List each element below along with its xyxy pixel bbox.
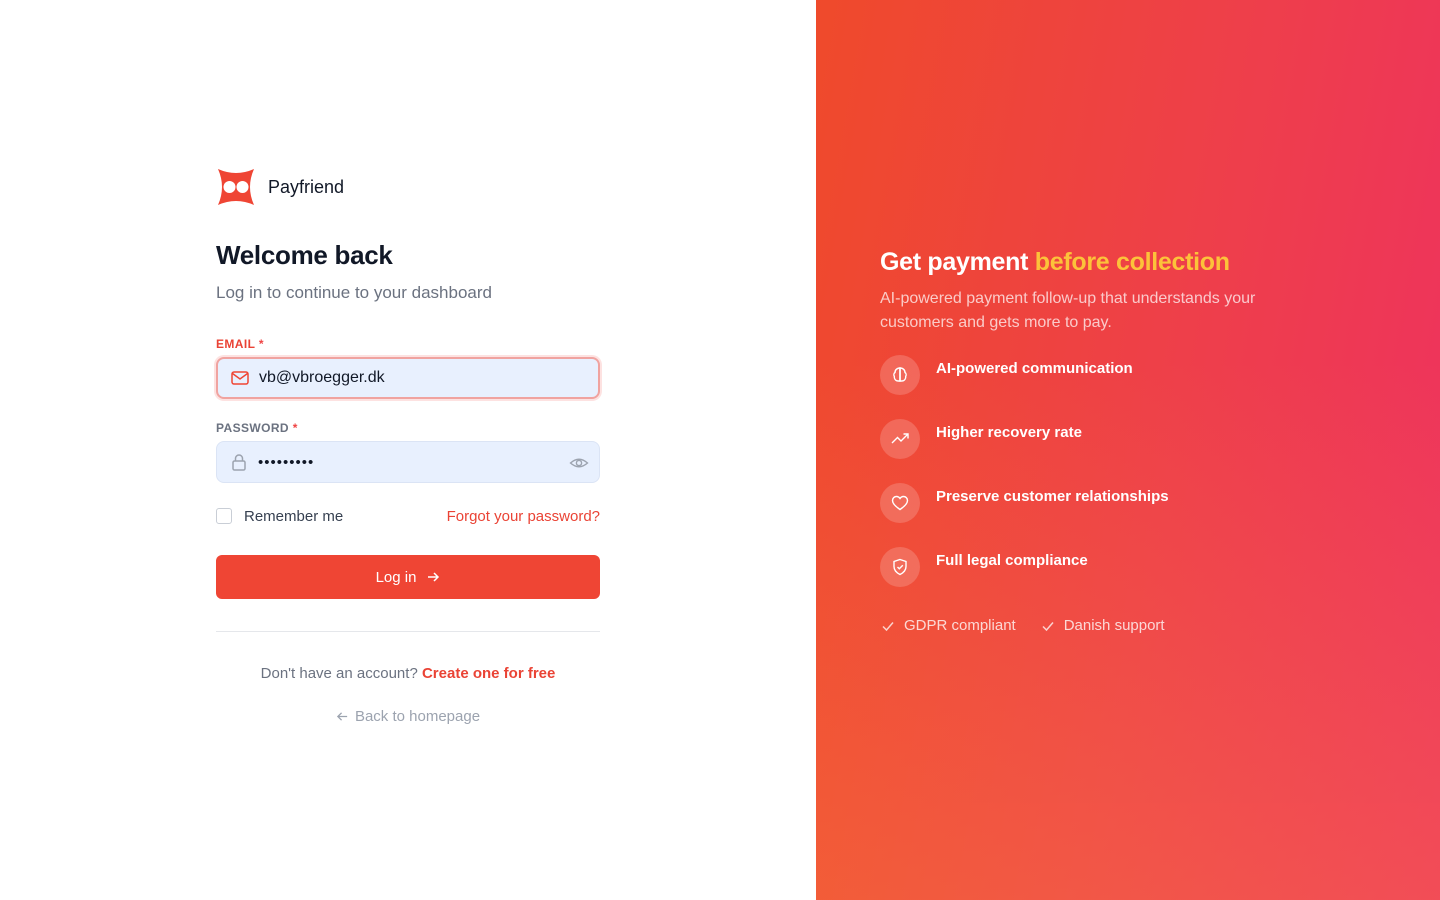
- promo-description: AI-powered payment follow-up that unders…: [880, 290, 1256, 331]
- back-to-homepage-link[interactable]: Back to homepage: [216, 708, 600, 725]
- feature-item: Full legal compliance: [880, 547, 1360, 611]
- feature-item: Preserve customer relationships: [880, 483, 1360, 547]
- page-title: Welcome back: [216, 240, 393, 270]
- password-label: PASSWORD *: [216, 421, 600, 435]
- check-icon: [882, 621, 894, 631]
- trending-up-icon: [880, 419, 920, 459]
- remember-me[interactable]: Remember me: [216, 508, 343, 525]
- brand: Payfriend: [216, 166, 600, 208]
- email-label-text: EMAIL: [216, 337, 256, 351]
- login-button[interactable]: Log in: [216, 555, 600, 599]
- trust-badge-label: Danish support: [1063, 617, 1165, 634]
- trust-badge: Danish support: [1040, 617, 1165, 634]
- promo-headline: Get payment before collection: [880, 248, 1360, 277]
- arrow-left-icon: [336, 712, 348, 721]
- password-field[interactable]: •••••••••: [216, 441, 600, 483]
- login-panel: Payfriend Welcome back Log in to continu…: [0, 0, 816, 900]
- back-to-homepage-label[interactable]: Back to homepage: [355, 708, 480, 725]
- signup-prompt: Don't have an account? Create one for fr…: [216, 665, 600, 682]
- brand-name: Payfriend: [268, 176, 345, 197]
- email-field[interactable]: vb@vbroegger.dk: [216, 357, 600, 399]
- login-options: Remember me Forgot your password?: [216, 505, 600, 527]
- email-value[interactable]: vb@vbroegger.dk: [259, 369, 385, 387]
- brain-icon: [880, 355, 920, 395]
- password-required-mark: *: [292, 421, 298, 435]
- remember-me-checkbox[interactable]: [216, 508, 232, 524]
- feature-item: Higher recovery rate: [880, 419, 1360, 483]
- divider: [216, 631, 600, 632]
- forgot-password-link[interactable]: Forgot your password?: [447, 508, 600, 525]
- promo-content: Get payment before collection AI-powered…: [880, 248, 1360, 634]
- password-label-text: PASSWORD: [216, 421, 289, 435]
- lock-icon: [229, 452, 249, 472]
- feature-item: AI-powered communication: [880, 355, 1360, 419]
- payfriend-logo-icon: [218, 169, 254, 205]
- show-password-eye-icon[interactable]: [569, 453, 589, 473]
- feature-label: AI-powered communication: [936, 360, 1133, 377]
- email-label: EMAIL *: [216, 337, 600, 351]
- trust-badge-label: GDPR compliant: [904, 617, 1016, 634]
- shield-check-icon: [880, 547, 920, 587]
- page-subtitle: Log in to continue to your dashboard: [216, 283, 492, 302]
- remember-me-label[interactable]: Remember me: [244, 508, 343, 525]
- promo-headline-highlight: before collection: [1034, 248, 1230, 276]
- promo-panel: Get payment before collection AI-powered…: [816, 0, 1440, 900]
- check-icon: [1042, 621, 1054, 631]
- signup-prompt-text: Don't have an account?: [260, 665, 418, 682]
- login-button-label[interactable]: Log in: [376, 569, 417, 586]
- feature-label: Preserve customer relationships: [936, 488, 1169, 505]
- promo-headline-main: Get payment: [880, 248, 1029, 276]
- email-required-mark: *: [258, 337, 264, 351]
- feature-label: Higher recovery rate: [936, 424, 1082, 441]
- create-account-link[interactable]: Create one for free: [422, 665, 555, 682]
- mail-icon: [230, 368, 250, 388]
- heart-icon: [880, 483, 920, 523]
- trust-badges: GDPR compliant Danish support: [880, 617, 1360, 634]
- feature-list: AI-powered communication Higher recovery…: [880, 355, 1360, 611]
- feature-label: Full legal compliance: [936, 552, 1088, 569]
- password-value[interactable]: •••••••••: [258, 454, 314, 471]
- trust-badge: GDPR compliant: [880, 617, 1016, 634]
- arrow-right-icon: [428, 572, 440, 582]
- login-form: Payfriend Welcome back Log in to continu…: [216, 166, 600, 725]
